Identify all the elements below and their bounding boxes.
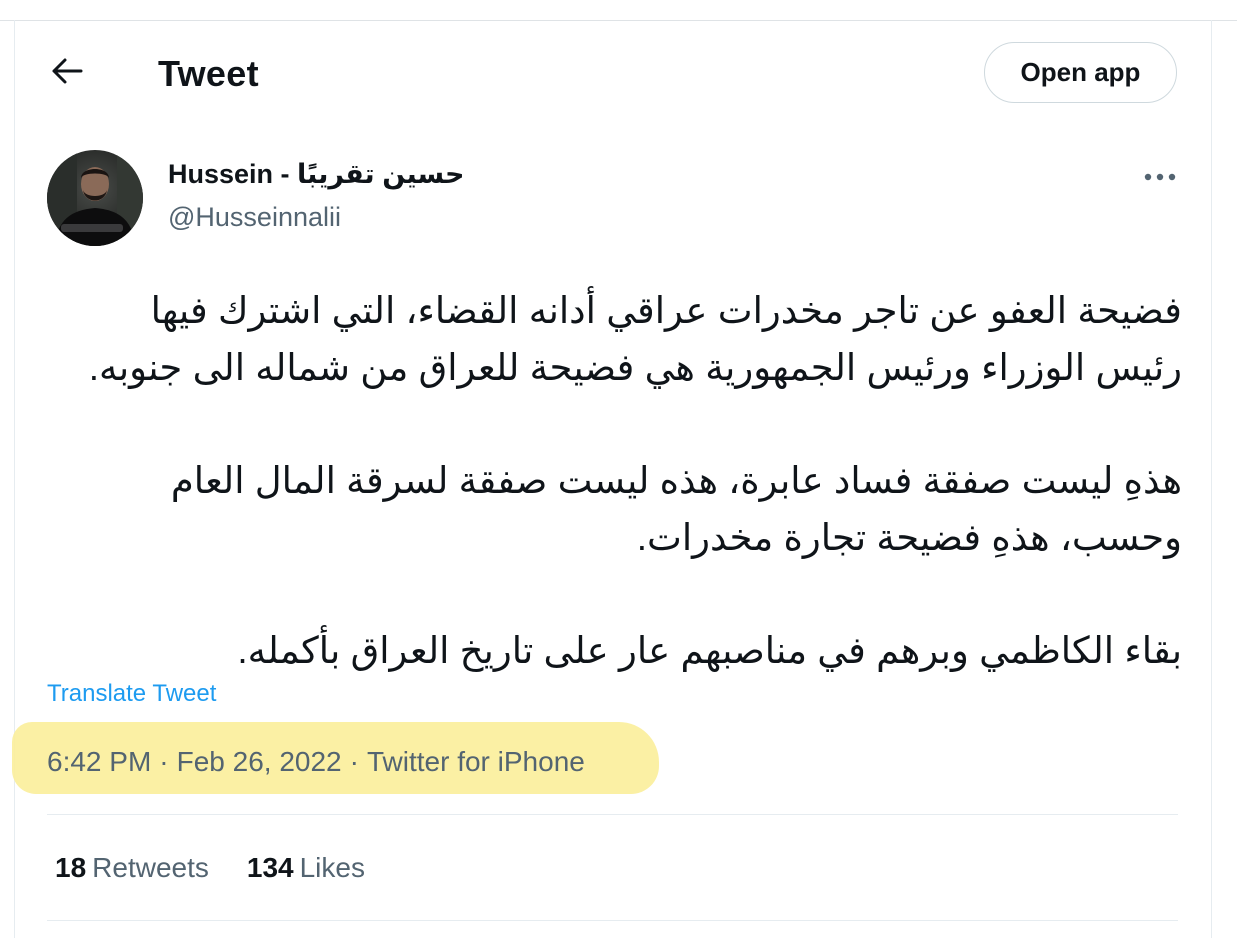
page-title: Tweet [158, 53, 259, 94]
author-name[interactable]: Hussein - حسين تقريبًا [168, 156, 464, 192]
tweet-stats: 18 Retweets 134 Likes [55, 850, 365, 886]
meta-separator: · [349, 746, 359, 777]
meta-separator: · [159, 746, 169, 777]
divider [47, 814, 1178, 815]
tweet-page: Tweet Open app Hussein - حسين تقريبًا @H… [0, 0, 1237, 938]
open-app-button[interactable]: Open app [984, 42, 1177, 103]
avatar[interactable] [47, 150, 143, 246]
likes-stat[interactable]: 134 Likes [247, 850, 365, 886]
tweet-text: فضيحة العفو عن تاجر مخدرات عراقي أدانه ا… [46, 282, 1182, 679]
likes-label: Likes [299, 852, 365, 883]
top-divider [0, 20, 1237, 21]
retweets-label: Retweets [92, 852, 209, 883]
arrow-left-icon [51, 57, 83, 90]
tweet-line: رئيس الوزراء ورئيس الجمهورية هي فضيحة لل… [88, 347, 1182, 388]
frame-right-border [1211, 20, 1212, 938]
tweet-line: فضيحة العفو عن تاجر مخدرات عراقي أدانه ا… [150, 290, 1182, 331]
likes-count: 134 [246, 852, 294, 883]
tweet-date[interactable]: Feb 26, 2022 [177, 746, 342, 777]
retweets-count: 18 [55, 852, 87, 883]
tweet-time[interactable]: 6:42 PM [47, 746, 151, 777]
retweets-stat[interactable]: 18 Retweets [55, 850, 209, 886]
more-options-button[interactable] [1140, 160, 1180, 194]
tweet-line: بقاء الكاظمي وبرهم في مناصبهم عار على تا… [237, 630, 1182, 671]
divider [47, 920, 1178, 921]
tweet-metadata: 6:42 PM · Feb 26, 2022 · Twitter for iPhone [47, 744, 585, 780]
tweet-line: وحسب، هذهِ فضيحة تجارة مخدرات. [636, 517, 1182, 558]
tweet-source[interactable]: Twitter for iPhone [367, 746, 585, 777]
tweet-line: هذهِ ليست صفقة فساد عابرة، هذه ليست صفقة… [170, 460, 1182, 501]
translate-tweet-link[interactable]: Translate Tweet [47, 679, 216, 709]
back-button[interactable] [44, 50, 90, 96]
frame-left-border [14, 20, 15, 938]
author-handle[interactable]: @Husseinnalii [168, 199, 341, 235]
more-horizontal-icon [1144, 168, 1176, 186]
